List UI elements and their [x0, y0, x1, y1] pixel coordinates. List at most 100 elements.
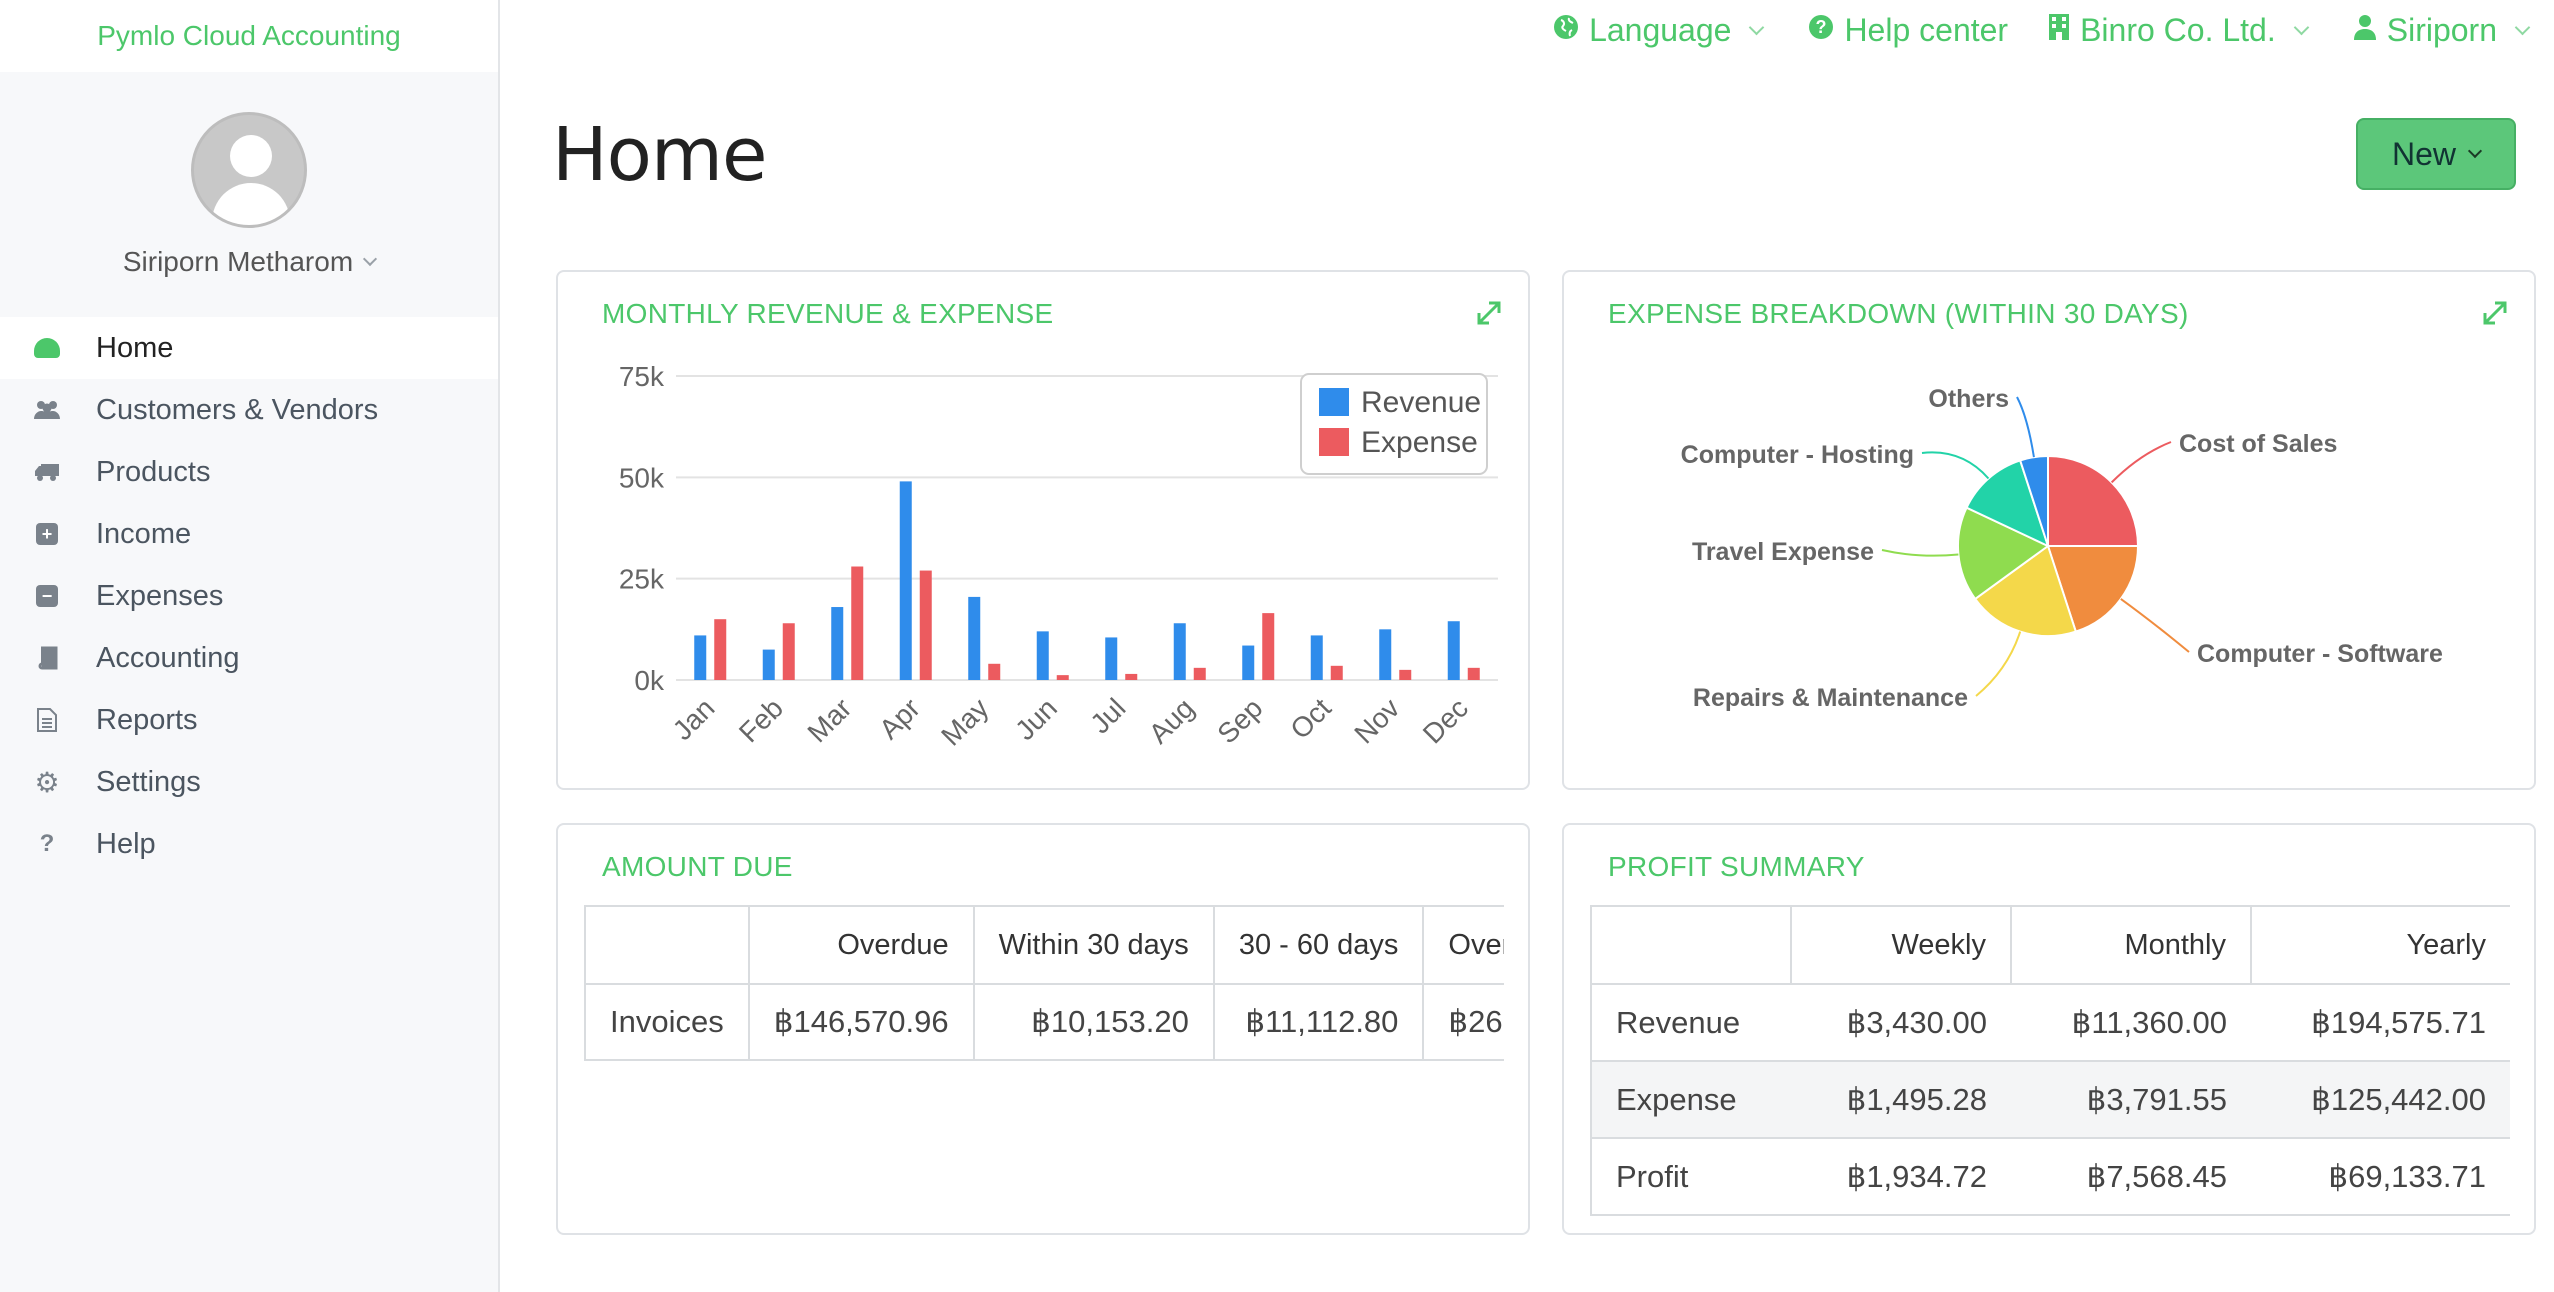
x-tick-label: Dec — [1417, 692, 1474, 749]
help-center-link[interactable]: ? Help center — [1808, 12, 2008, 49]
question-icon: ? — [39, 830, 55, 857]
x-tick-label: Feb — [733, 692, 789, 748]
cell-value: ฿3,791.55 — [2011, 1061, 2251, 1139]
sidebar-item-home[interactable]: Home — [0, 317, 498, 379]
bar-expense — [988, 663, 1001, 680]
sidebar-item-help[interactable]: ? Help — [0, 813, 498, 875]
amount-due-table-container[interactable]: Overdue Within 30 days 30 - 60 days Over… — [584, 905, 1504, 1065]
users-icon — [30, 399, 64, 421]
amount-due-panel: AMOUNT DUE Overdue Within 30 days 30 - 6… — [556, 823, 1530, 1235]
row-label: Invoices — [584, 983, 750, 1061]
chart-legend: Revenue Expense — [1300, 373, 1488, 475]
table-row: Invoices ฿146,570.96 ฿10,153.20 ฿11,112.… — [584, 983, 1504, 1061]
user-menu[interactable]: Siriporn — [2353, 12, 2534, 49]
x-tick-label: Mar — [801, 692, 857, 748]
document-icon — [30, 707, 64, 733]
sidebar-item-label: Accounting — [96, 641, 240, 674]
bar-expense — [714, 619, 727, 680]
chevron-down-icon — [1749, 19, 1765, 35]
sidebar-menu: Home Customers & Vendors Products + Inco… — [0, 317, 498, 875]
x-tick-label: Oct — [1284, 692, 1337, 745]
truck-icon — [30, 461, 64, 483]
user-label: Siriporn — [2386, 11, 2497, 48]
sidebar-item-products[interactable]: Products — [0, 441, 498, 503]
plus-square-icon: + — [30, 523, 64, 545]
profit-summary-table: Weekly Monthly Yearly Revenue ฿3,430.00 … — [1590, 905, 2510, 1216]
row-label: Revenue — [1590, 984, 1791, 1062]
new-button[interactable]: New — [2356, 118, 2516, 190]
pie-connector — [1921, 451, 1990, 480]
company-menu[interactable]: Binro Co. Ltd. — [2048, 12, 2313, 49]
avatar[interactable] — [191, 112, 307, 228]
column-header: Weekly — [1790, 905, 2011, 985]
panel-title: PROFIT SUMMARY — [1608, 851, 1865, 882]
building-icon — [2048, 13, 2070, 48]
sidebar-item-label: Help — [96, 827, 156, 860]
profile-name: Siriporn Metharom — [122, 246, 354, 277]
table-row: Revenue ฿3,430.00 ฿11,360.00 ฿194,575.71 — [1590, 984, 2510, 1062]
page-title: Home — [552, 112, 768, 198]
cell-value: ฿10,153.20 — [972, 983, 1215, 1061]
company-label: Binro Co. Ltd. — [2080, 11, 2276, 48]
bar-revenue — [1310, 635, 1323, 680]
sidebar-item-expenses[interactable]: − Expenses — [0, 565, 498, 627]
y-tick-label: 0k — [634, 665, 665, 696]
user-profile: Siriporn Metharom — [0, 72, 498, 278]
user-icon — [2353, 14, 2377, 47]
y-tick-label: 75k — [619, 361, 665, 392]
table-row: Expense ฿1,495.28 ฿3,791.55 ฿125,442.00 — [1590, 1061, 2510, 1139]
pie-label: Computer - Software — [2197, 640, 2443, 668]
app-brand[interactable]: Pymlo Cloud Accounting — [0, 0, 498, 72]
help-center-label: Help center — [1844, 11, 2009, 48]
book-icon — [30, 646, 64, 670]
sidebar-item-settings[interactable]: ⚙ Settings — [0, 751, 498, 813]
column-header — [1590, 905, 1791, 985]
legend-swatch — [1319, 428, 1349, 456]
expense-breakdown-panel: EXPENSE BREAKDOWN (WITHIN 30 DAYS) Cost … — [1562, 270, 2536, 790]
legend-swatch — [1319, 388, 1349, 416]
pie-label: Cost of Sales — [2179, 430, 2337, 458]
x-tick-label: Jul — [1084, 692, 1131, 739]
bar-revenue — [1447, 621, 1460, 680]
bar-expense — [1193, 667, 1206, 680]
legend-label: Expense — [1361, 426, 1478, 459]
row-label: Expense — [1590, 1061, 1791, 1139]
profit-summary-panel: PROFIT SUMMARY Weekly Monthly Yearly Rev… — [1562, 823, 2536, 1235]
gauge-icon — [30, 338, 64, 358]
x-tick-label: Apr — [873, 692, 926, 745]
sidebar-item-customers-vendors[interactable]: Customers & Vendors — [0, 379, 498, 441]
pie-connector — [2120, 598, 2190, 653]
cell-value: ฿11,112.80 — [1212, 983, 1425, 1061]
bar-expense — [1399, 669, 1412, 680]
sidebar-item-label: Products — [96, 455, 211, 488]
cell-value: ฿1,495.28 — [1791, 1061, 2011, 1139]
x-tick-label: Jun — [1009, 692, 1063, 746]
cell-value: ฿69,133.71 — [2251, 1138, 2510, 1216]
legend-label: Revenue — [1361, 386, 1481, 419]
chevron-down-icon — [2467, 143, 2483, 159]
bar-expense — [851, 566, 864, 680]
sidebar-item-label: Customers & Vendors — [96, 393, 379, 426]
sidebar-item-reports[interactable]: Reports — [0, 689, 498, 751]
pie-connector — [1975, 631, 2022, 697]
amount-due-table: Overdue Within 30 days 30 - 60 days Over… — [584, 905, 1504, 1061]
bar-revenue — [1036, 631, 1049, 680]
cell-value: ฿3,430.00 — [1791, 984, 2011, 1062]
sidebar-item-accounting[interactable]: Accounting — [0, 627, 498, 689]
pie-label: Travel Expense — [1692, 538, 1874, 566]
table-row: Profit ฿1,934.72 ฿7,568.45 ฿69,133.71 — [1590, 1138, 2510, 1216]
bar-revenue — [694, 635, 707, 680]
bar-revenue — [1242, 645, 1255, 680]
x-tick-label: Jan — [667, 692, 721, 746]
sidebar: Pymlo Cloud Accounting Siriporn Metharom… — [0, 0, 500, 1292]
bar-revenue — [831, 607, 844, 680]
sidebar-item-income[interactable]: + Income — [0, 503, 498, 565]
bar-revenue — [1173, 623, 1186, 680]
chevron-down-icon — [363, 251, 378, 267]
table-header-row: Weekly Monthly Yearly — [1590, 905, 2510, 985]
column-header: Within 30 days — [972, 905, 1215, 985]
top-bar: Language ? Help center Binro Co. Ltd. Si… — [1553, 0, 2554, 60]
profile-menu[interactable]: Siriporn Metharom — [122, 246, 378, 278]
language-menu[interactable]: Language — [1553, 12, 1768, 49]
y-tick-label: 50k — [619, 462, 665, 493]
